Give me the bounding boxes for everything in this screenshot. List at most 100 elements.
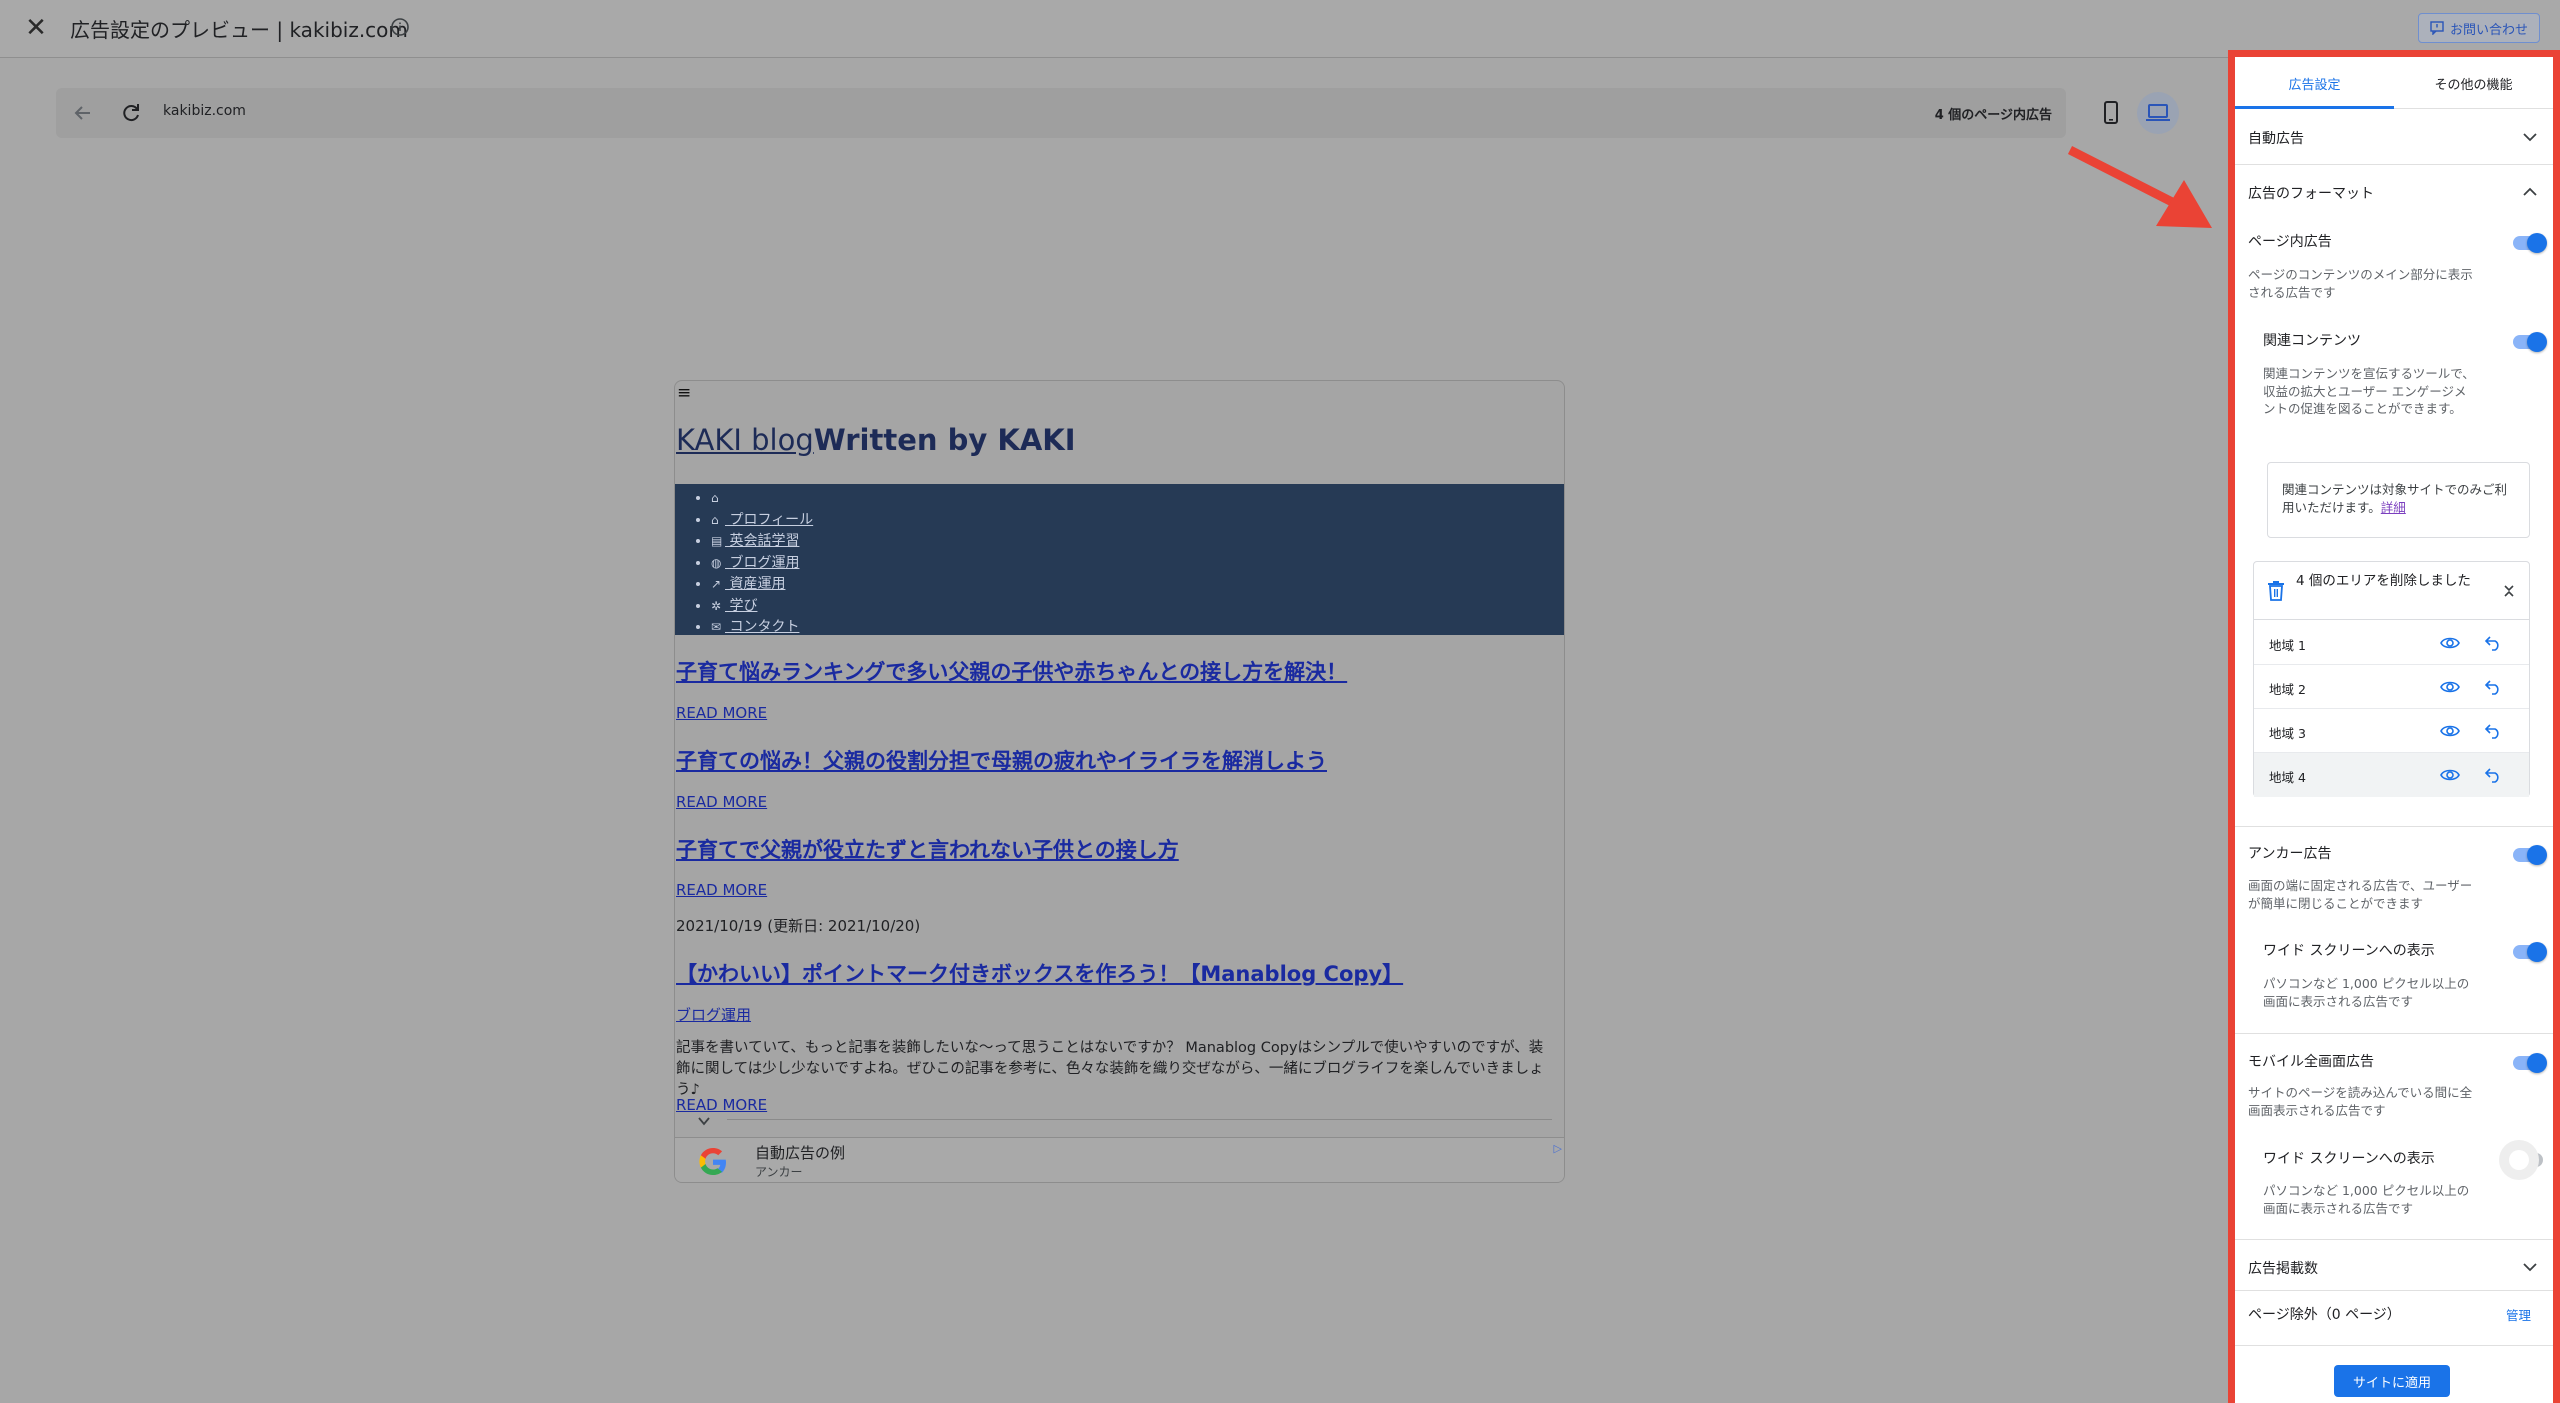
anchor-wide-screen-toggle[interactable]: [2513, 942, 2547, 962]
related-content-desc: 関連コンテンツを宣伝するツールで、収益の拡大とユーザー エンゲージメントの促進を…: [2263, 366, 2475, 416]
chevron-up-icon: [2523, 187, 2537, 196]
post-title-link[interactable]: 【かわいい】ポイントマーク付きボックスを作ろう！【Manablog Copy】: [676, 958, 1403, 988]
undo-icon[interactable]: [2484, 721, 2502, 739]
collapse-icon[interactable]: [2501, 582, 2517, 600]
vignette-wide-screen-toggle[interactable]: [2509, 1150, 2543, 1170]
site-preview-frame: ≡ KAKI blogWritten by KAKI ⌂ ⌂ プロフィール ▤ …: [674, 380, 1565, 1183]
page-title: 広告設定のプレビュー | kakibiz.com: [70, 18, 408, 42]
apply-to-site-button[interactable]: サイトに適用: [2334, 1365, 2450, 1397]
nav-item-english[interactable]: ▤ 英会話学習: [711, 531, 813, 553]
reload-icon[interactable]: [118, 100, 144, 126]
undo-icon[interactable]: [2484, 765, 2502, 783]
removed-areas-text: 4 個のエリアを削除しました: [2296, 573, 2471, 589]
nav-item-home[interactable]: ⌂: [711, 488, 813, 510]
globe-icon: ◍: [711, 555, 722, 570]
google-logo-icon: [699, 1148, 726, 1175]
panel-tabs: 広告設定 その他の機能: [2235, 57, 2553, 109]
blog-subtitle: Written by KAKI: [813, 423, 1076, 457]
area-name: 地域 4: [2269, 770, 2306, 785]
read-more-link[interactable]: READ MORE: [676, 1096, 767, 1114]
category-link[interactable]: ブログ運用: [676, 1004, 751, 1025]
read-more-link[interactable]: READ MORE: [676, 704, 767, 722]
info-icon[interactable]: [390, 17, 410, 37]
eye-icon[interactable]: [2440, 634, 2460, 652]
removed-areas-header[interactable]: 4 個のエリアを削除しました: [2254, 562, 2529, 620]
vignette-ads-toggle[interactable]: [2513, 1053, 2547, 1073]
top-bar: ✕ 広告設定のプレビュー | kakibiz.com お問い合わせ: [0, 0, 2560, 58]
area-row: 地域 2: [2254, 665, 2529, 709]
preview-address-bar: kakibiz.com 4 個のページ内広告: [56, 88, 2066, 138]
post-title-link[interactable]: 子育てで父親が役立たずと言われない子供との接し方: [676, 834, 1179, 864]
vignette-ads-title: モバイル全画面広告: [2248, 1054, 2374, 1070]
eye-icon[interactable]: [2440, 678, 2460, 696]
area-row: 地域 1: [2254, 621, 2529, 665]
hamburger-menu-icon[interactable]: ≡: [677, 383, 691, 403]
related-content-toggle[interactable]: [2513, 332, 2547, 352]
blog-nav-menu: ⌂ ⌂ プロフィール ▤ 英会話学習 ◍ ブログ運用 ↗ 資産運用 ✲ 学び ✉…: [675, 484, 1564, 635]
section-title: 自動広告: [2248, 131, 2304, 147]
nav-item-learning[interactable]: ✲ 学び: [711, 596, 813, 618]
nav-item-assets[interactable]: ↗ 資産運用: [711, 574, 813, 596]
ad-title: 自動広告の例: [755, 1144, 846, 1162]
back-arrow-icon[interactable]: [70, 100, 96, 126]
section-title: 広告掲載数: [2248, 1261, 2318, 1277]
read-more-link[interactable]: READ MORE: [676, 881, 767, 899]
page-exclusion-row: ページ除外（0 ページ） 管理: [2235, 1290, 2553, 1336]
section-ad-formats[interactable]: 広告のフォーマット: [2235, 165, 2553, 219]
in-page-ads-title: ページ内広告: [2248, 234, 2332, 250]
blog-title[interactable]: KAKI blogWritten by KAKI: [676, 423, 1076, 457]
anchor-ad-example[interactable]: 自動広告の例 アンカー ▷: [675, 1137, 1564, 1182]
nav-item-contact[interactable]: ✉ コンタクト: [711, 617, 813, 639]
chart-icon: ↗: [711, 577, 722, 591]
adchoices-icon[interactable]: ▷: [1554, 1142, 1562, 1155]
red-arrow-annotation: [2067, 145, 2212, 228]
chevron-down-icon: [2523, 1263, 2537, 1272]
desktop-device-button[interactable]: [2137, 92, 2179, 134]
home-icon: ⌂: [711, 491, 719, 505]
anchor-ads-toggle[interactable]: [2513, 845, 2547, 865]
home-icon: ⌂: [711, 512, 719, 527]
nav-item-blog[interactable]: ◍ ブログ運用: [711, 553, 813, 575]
anchor-collapse-bar: [675, 1113, 1564, 1131]
vignette-wide-screen-title: ワイド スクリーンへの表示: [2263, 1151, 2435, 1167]
anchor-ads-desc: 画面の端に固定される広告で、ユーザーが簡単に閉じることができます: [2248, 878, 2473, 911]
close-icon[interactable]: ✕: [22, 14, 50, 42]
trash-icon: [2268, 581, 2284, 601]
blog-title-link[interactable]: KAKI blog: [676, 423, 814, 457]
area-name: 地域 3: [2269, 726, 2306, 741]
eye-icon[interactable]: [2440, 766, 2460, 784]
undo-icon[interactable]: [2484, 633, 2502, 651]
chevron-down-icon: [2523, 133, 2537, 142]
post-title-link[interactable]: 子育て悩みランキングで多い父親の子供や赤ちゃんとの接し方を解決！: [676, 656, 1347, 686]
manage-link[interactable]: 管理: [2506, 1305, 2531, 1324]
mail-icon: ✉: [711, 620, 722, 634]
section-auto-ads[interactable]: 自動広告: [2235, 110, 2553, 164]
in-page-ads-desc: ページのコンテンツのメイン部分に表示される広告です: [2248, 267, 2473, 300]
undo-icon[interactable]: [2484, 677, 2502, 695]
ads-count: 4 個のページ内広告: [1934, 108, 2052, 123]
contact-button[interactable]: お問い合わせ: [2418, 13, 2540, 43]
post-excerpt: 記事を書いていて、もっと記事を装飾したいな〜って思うことはないですか？ Mana…: [676, 1040, 1544, 1098]
anchor-wide-screen-desc: パソコンなど 1,000 ピクセル以上の画面に表示される広告です: [2263, 976, 2470, 1009]
tab-ad-settings[interactable]: 広告設定: [2235, 57, 2394, 109]
vignette-ads-desc: サイトのページを読み込んでいる間に全画面表示される広告です: [2248, 1085, 2473, 1118]
area-row: 地域 4: [2254, 753, 2529, 797]
chevron-down-icon[interactable]: [691, 1113, 717, 1131]
spinner-icon: ✲: [711, 598, 722, 613]
eye-icon[interactable]: [2440, 722, 2460, 740]
related-content-title: 関連コンテンツ: [2263, 333, 2361, 349]
book-icon: ▤: [711, 534, 723, 548]
related-content-notice: 関連コンテンツは対象サイトでのみご利用いただけます。詳細: [2267, 462, 2530, 538]
nav-item-profile[interactable]: ⌂ プロフィール: [711, 510, 813, 532]
details-link[interactable]: 詳細: [2381, 500, 2406, 515]
page-exclusion-label: ページ除外（0 ページ）: [2248, 1307, 2401, 1323]
read-more-link[interactable]: READ MORE: [676, 793, 767, 811]
area-row: 地域 3: [2254, 709, 2529, 753]
post-title-link[interactable]: 子育ての悩み！父親の役割分担で母親の疲れやイライラを解消しよう: [676, 745, 1327, 775]
laptop-icon: [2146, 104, 2170, 121]
tab-other-features[interactable]: その他の機能: [2394, 57, 2553, 109]
ad-settings-panel: 広告設定 その他の機能 自動広告 広告のフォーマット ページ内広告 ページのコン…: [2228, 50, 2560, 1403]
section-ad-load[interactable]: 広告掲載数: [2235, 1240, 2553, 1294]
mobile-device-icon[interactable]: [2096, 98, 2126, 128]
in-page-ads-toggle[interactable]: [2513, 233, 2547, 253]
